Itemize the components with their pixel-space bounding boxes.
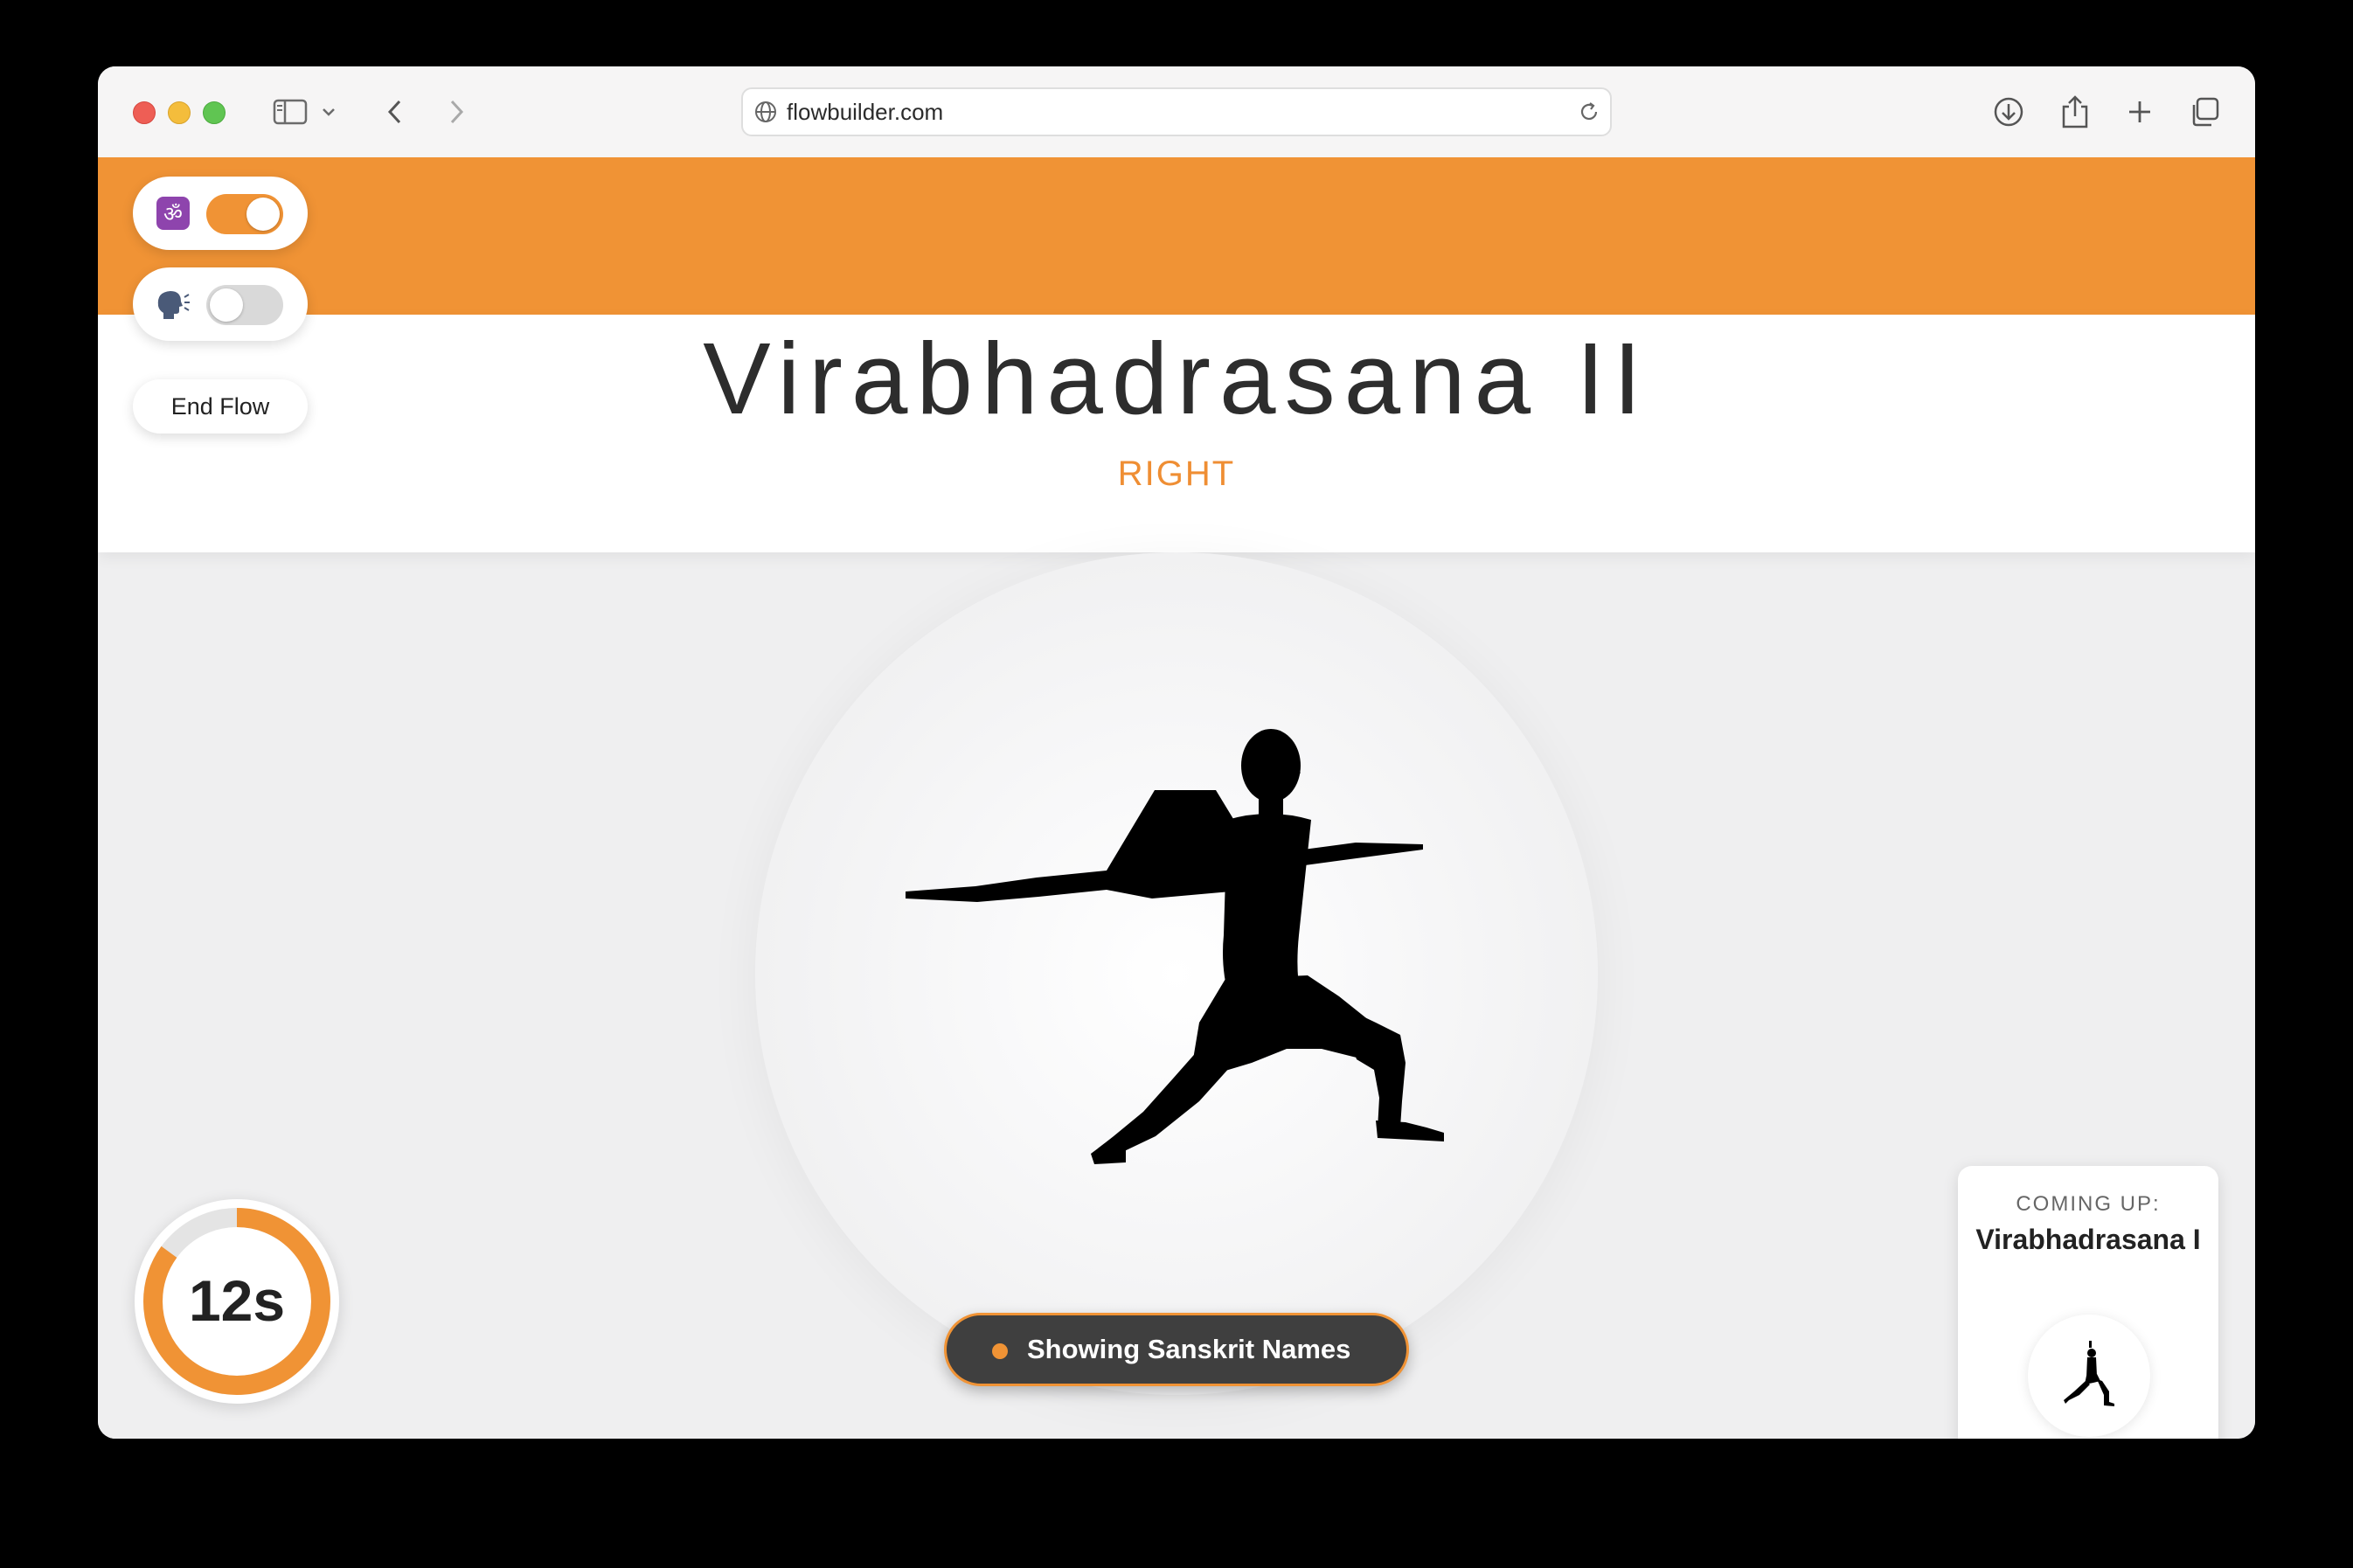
globe-icon [753, 100, 778, 128]
voice-guidance-toggle[interactable] [133, 267, 308, 341]
share-icon[interactable] [2054, 91, 2096, 133]
coming-up-heading: COMING UP: [2016, 1192, 2161, 1216]
warrior-ii-pose-figure [906, 729, 1444, 1164]
svg-text:ॐ: ॐ [163, 202, 183, 226]
new-tab-icon[interactable] [2119, 91, 2161, 133]
indicator-label: Showing Sanskrit Names [1027, 1334, 1351, 1364]
pose-title: Virabhadrasana II [703, 322, 1650, 435]
back-icon[interactable] [378, 91, 413, 133]
next-pose-name: Virabhadrasana I [1975, 1224, 2201, 1255]
pose-timer: 12s [135, 1199, 339, 1404]
close-window-button[interactable] [133, 101, 156, 124]
tab-overview-icon[interactable] [2183, 91, 2225, 133]
coming-up-card[interactable]: COMING UP: Virabhadrasana I [1958, 1166, 2218, 1439]
pose-header: Virabhadrasana II RIGHT [98, 315, 2255, 552]
pose-side-label: RIGHT [1117, 454, 1236, 493]
next-pose-thumbnail [2028, 1315, 2150, 1437]
chevron-down-icon[interactable] [318, 91, 339, 133]
browser-toolbar: flowbuilder.com [98, 66, 2255, 158]
sanskrit-switch[interactable] [206, 194, 283, 234]
flow-page: Virabhadrasana II RIGHT ॐ End Flow 12s S… [98, 157, 2255, 1439]
speaking-head-icon [154, 285, 192, 323]
sanskrit-names-indicator[interactable]: Showing Sanskrit Names [944, 1313, 1409, 1386]
end-flow-button[interactable]: End Flow [133, 379, 308, 434]
minimize-window-button[interactable] [168, 101, 191, 124]
reload-icon[interactable] [1577, 100, 1601, 128]
timer-label: 12s [188, 1268, 286, 1333]
status-dot [992, 1343, 1008, 1359]
sanskrit-names-toggle[interactable]: ॐ [133, 177, 308, 250]
header-band [98, 157, 2255, 315]
url-text: flowbuilder.com [787, 99, 944, 125]
address-bar[interactable]: flowbuilder.com [741, 87, 1612, 136]
sidebar-toggle-icon[interactable] [269, 91, 311, 133]
zoom-window-button[interactable] [203, 101, 226, 124]
download-icon[interactable] [1988, 91, 2030, 133]
voice-switch[interactable] [206, 285, 283, 325]
om-icon: ॐ [154, 194, 192, 232]
warrior-i-pose-icon [2064, 1341, 2114, 1406]
forward-icon[interactable] [439, 91, 474, 133]
browser-window: flowbuilder.com Virabhadrasana II RIGHT [98, 66, 2255, 1439]
